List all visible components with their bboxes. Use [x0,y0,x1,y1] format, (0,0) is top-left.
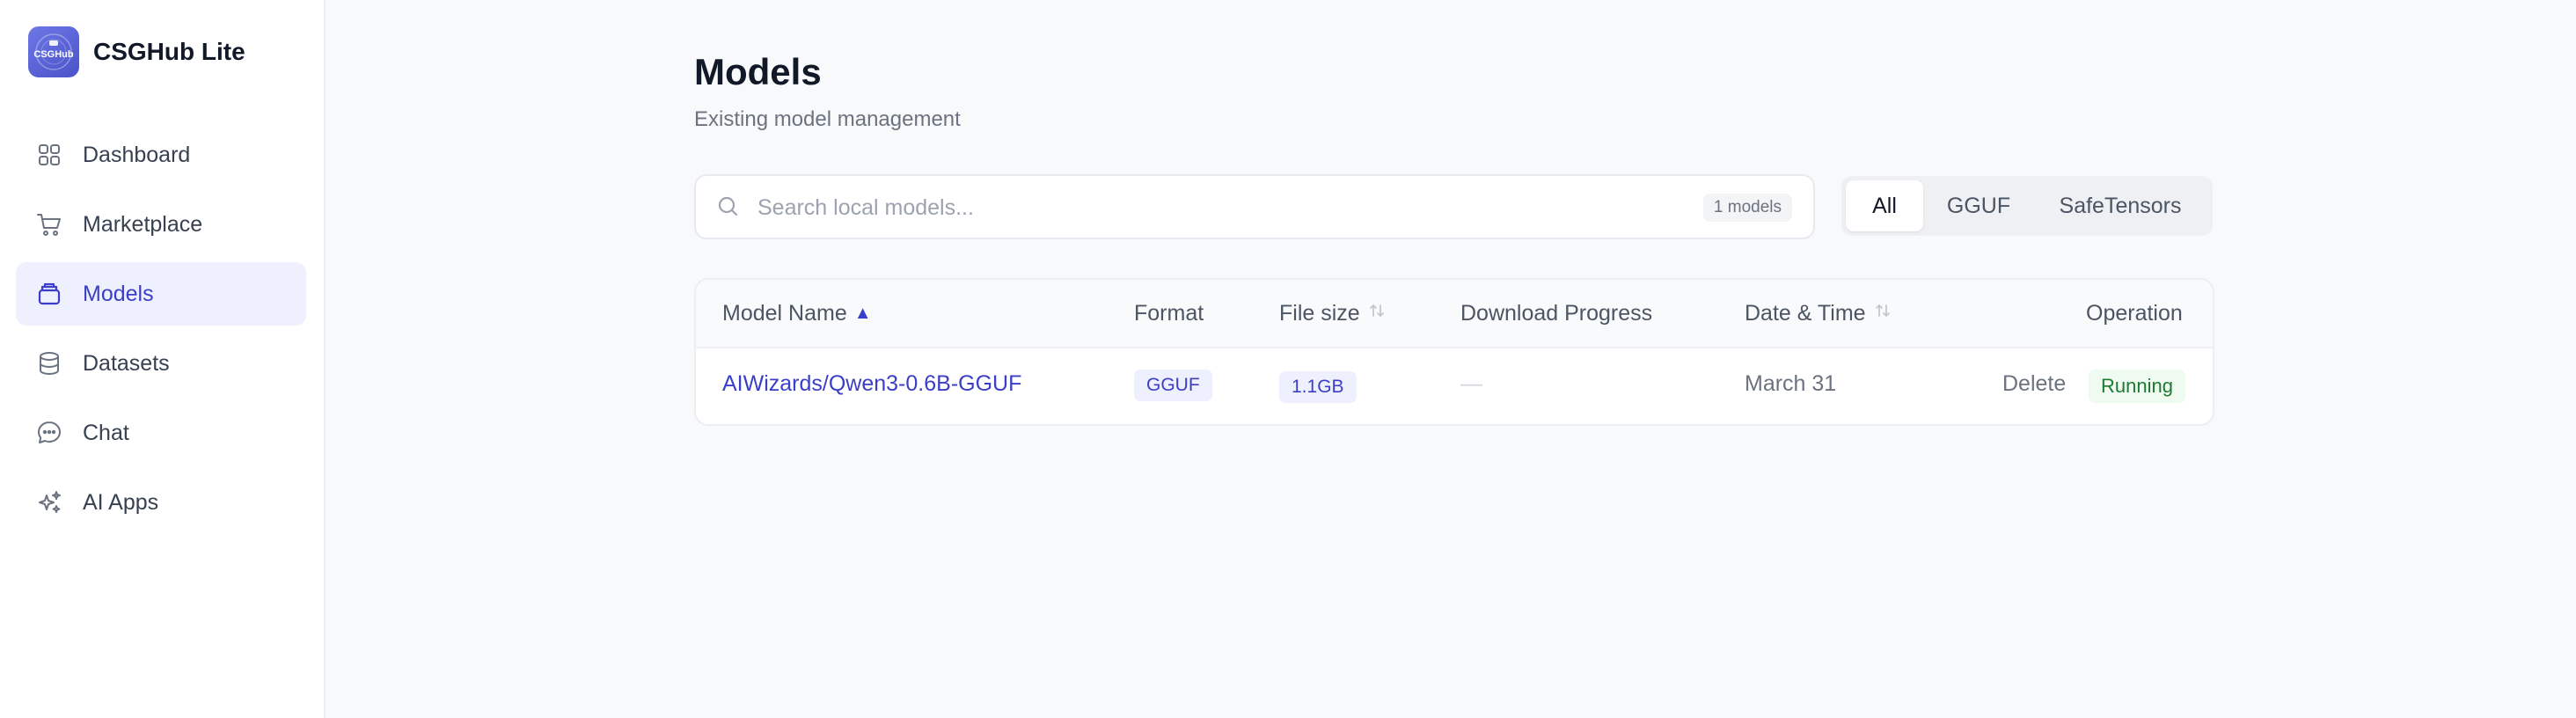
delete-button[interactable]: Delete [2002,371,2066,397]
column-label: Model Name [722,301,847,326]
sidebar: CSGHub CSGHub Lite Dashboard Marketplace [0,0,326,718]
file-size-tag: 1.1GB [1279,371,1357,403]
sort-ascending-icon: ▲ [853,304,872,323]
sidebar-nav: Dashboard Marketplace Models Datasets Ch… [16,123,306,540]
models-table: Model Name ▲ Format File size Download P… [694,278,2214,426]
date-value: March 31 [1745,371,1837,396]
search-box[interactable]: 1 models [694,174,1815,239]
app-logo: CSGHub [28,26,79,77]
sidebar-item-models[interactable]: Models [16,262,306,326]
sidebar-item-marketplace[interactable]: Marketplace [16,193,306,256]
column-header-format: Format [1134,301,1204,326]
page-subtitle: Existing model management [694,107,961,131]
cart-icon [35,210,63,238]
logo-text: CSGHub [33,49,74,60]
column-label: Format [1134,301,1204,326]
sidebar-item-ai-apps[interactable]: AI Apps [16,471,306,534]
dashboard-icon [35,141,63,169]
column-header-file-size[interactable]: File size [1279,301,1387,326]
filter-tab-gguf[interactable]: GGUF [1927,180,2031,231]
sidebar-item-label: Models [83,281,154,306]
database-icon [35,349,63,377]
search-input[interactable] [757,188,1637,227]
model-count-badge: 1 models [1702,194,1792,222]
column-header-model-name[interactable]: Model Name ▲ [722,301,872,326]
column-header-operation: Operation [2086,301,2183,326]
format-tag: GGUF [1134,370,1212,401]
sort-icon [1367,301,1387,326]
column-label: Download Progress [1460,301,1653,326]
sort-icon [1873,301,1892,326]
sidebar-item-datasets[interactable]: Datasets [16,332,306,395]
filter-tab-all[interactable]: All [1846,180,1923,231]
sidebar-item-label: Dashboard [83,142,191,167]
brand[interactable]: CSGHub CSGHub Lite [28,26,245,77]
sidebar-item-dashboard[interactable]: Dashboard [16,123,306,187]
table-header: Model Name ▲ Format File size Download P… [696,280,2213,348]
model-name-link[interactable]: AIWizards/Qwen3-0.6B-GGUF [722,371,1021,397]
column-label: Operation [2086,301,2183,326]
sidebar-item-label: Marketplace [83,211,203,237]
sidebar-item-label: Datasets [83,350,170,376]
filter-tab-safetensors[interactable]: SafeTensors [2034,180,2206,231]
sidebar-item-label: Chat [83,420,129,445]
status-badge: Running [2089,370,2185,403]
column-label: Date & Time [1745,301,1866,326]
column-header-download-progress: Download Progress [1460,301,1652,326]
format-filter: All GGUF SafeTensors [1841,176,2213,236]
sparkles-icon [35,488,63,517]
column-header-date-time[interactable]: Date & Time [1745,301,1892,326]
app-name: CSGHub Lite [93,38,245,65]
page-title: Models [694,51,822,92]
models-icon [35,280,63,308]
download-progress-value: — [1460,371,1482,396]
sidebar-item-chat[interactable]: Chat [16,401,306,465]
sidebar-item-label: AI Apps [83,489,159,515]
chat-icon [35,419,63,447]
search-icon [718,196,738,216]
column-label: File size [1279,301,1360,326]
